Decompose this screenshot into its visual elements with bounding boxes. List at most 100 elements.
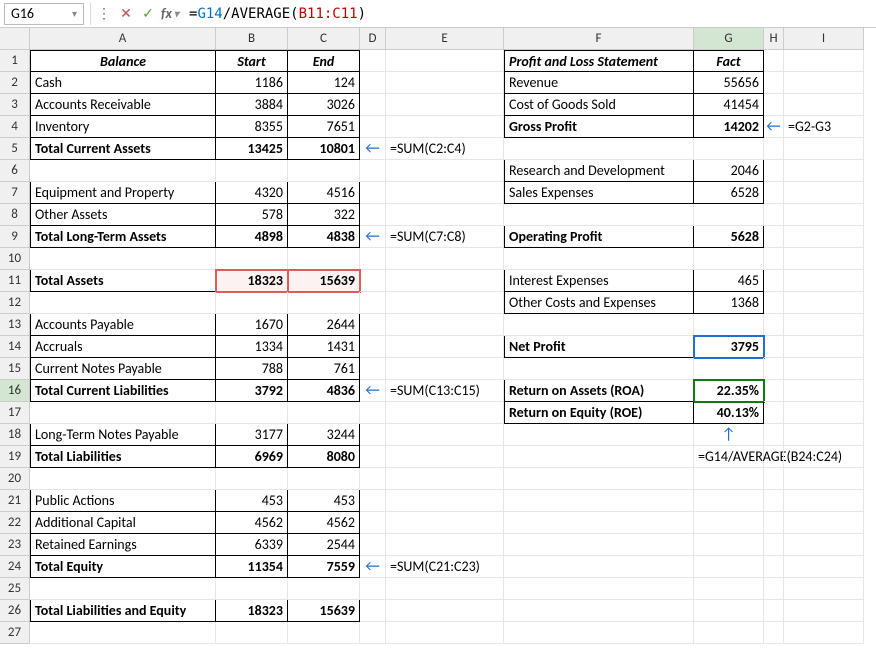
cell-I13[interactable] <box>784 314 864 336</box>
cell-A25[interactable] <box>30 578 216 600</box>
cell-G1[interactable]: Fact <box>694 50 764 72</box>
cell-H15[interactable] <box>764 358 784 380</box>
col-head-E[interactable]: E <box>386 28 504 50</box>
cell-A23[interactable]: Retained Earnings <box>30 534 216 556</box>
cell-D15[interactable] <box>360 358 386 380</box>
row-head-6[interactable]: 6 <box>0 160 30 182</box>
cell-D11[interactable] <box>360 270 386 292</box>
cell-A3[interactable]: Accounts Receivable <box>30 94 216 116</box>
row-head-15[interactable]: 15 <box>0 358 30 380</box>
cell-D2[interactable] <box>360 72 386 94</box>
cell-G25[interactable] <box>694 578 764 600</box>
row-head-21[interactable]: 21 <box>0 490 30 512</box>
cell-D3[interactable] <box>360 94 386 116</box>
cell-B26[interactable]: 18323 <box>216 600 288 622</box>
cell-A20[interactable] <box>30 468 216 490</box>
cell-E23[interactable] <box>386 534 504 556</box>
cell-D27[interactable] <box>360 622 386 644</box>
cell-H2[interactable] <box>764 72 784 94</box>
cell-F2[interactable]: Revenue <box>504 72 694 94</box>
cell-F24[interactable] <box>504 556 694 578</box>
row-head-19[interactable]: 19 <box>0 446 30 468</box>
cell-C3[interactable]: 3026 <box>288 94 360 116</box>
cell-E8[interactable] <box>386 204 504 226</box>
cell-A10[interactable] <box>30 248 216 270</box>
cell-E25[interactable] <box>386 578 504 600</box>
col-head-A[interactable]: A <box>30 28 216 50</box>
row-head-23[interactable]: 23 <box>0 534 30 556</box>
cell-B24[interactable]: 11354 <box>216 556 288 578</box>
cell-F26[interactable] <box>504 600 694 622</box>
cell-C11[interactable]: 15639 <box>288 270 360 292</box>
row-head-10[interactable]: 10 <box>0 248 30 270</box>
cell-E12[interactable] <box>386 292 504 314</box>
cell-D12[interactable] <box>360 292 386 314</box>
cell-H14[interactable] <box>764 336 784 358</box>
cell-B12[interactable] <box>216 292 288 314</box>
cell-I24[interactable] <box>784 556 864 578</box>
cell-B21[interactable]: 453 <box>216 490 288 512</box>
cell-C1[interactable]: End <box>288 50 360 72</box>
cell-I25[interactable] <box>784 578 864 600</box>
cell-H21[interactable] <box>764 490 784 512</box>
cell-A22[interactable]: Additional Capital <box>30 512 216 534</box>
cell-G5[interactable] <box>694 138 764 160</box>
cell-I14[interactable] <box>784 336 864 358</box>
cell-C6[interactable] <box>288 160 360 182</box>
cell-H11[interactable] <box>764 270 784 292</box>
cell-F9[interactable]: Operating Profit <box>504 226 694 248</box>
cell-F15[interactable] <box>504 358 694 380</box>
fx-icon[interactable]: fx▾ <box>159 3 181 25</box>
spreadsheet-grid[interactable]: ABCDEFGHI1BalanceStartEndProfit and Loss… <box>0 28 876 666</box>
cell-G23[interactable] <box>694 534 764 556</box>
name-box[interactable]: G16 ▾ <box>4 3 84 25</box>
cell-A11[interactable]: Total Assets <box>30 270 216 292</box>
cell-G11[interactable]: 465 <box>694 270 764 292</box>
cell-B11[interactable]: 18323 <box>216 270 288 292</box>
cell-E10[interactable] <box>386 248 504 270</box>
cell-A1[interactable]: Balance <box>30 50 216 72</box>
row-head-13[interactable]: 13 <box>0 314 30 336</box>
cell-F14[interactable]: Net Profit <box>504 336 694 358</box>
cell-I21[interactable] <box>784 490 864 512</box>
cell-A13[interactable]: Accounts Payable <box>30 314 216 336</box>
cell-H1[interactable] <box>764 50 784 72</box>
cell-G15[interactable] <box>694 358 764 380</box>
cell-G17[interactable]: 40.13% <box>694 402 764 424</box>
cell-B15[interactable]: 788 <box>216 358 288 380</box>
cell-F3[interactable]: Cost of Goods Sold <box>504 94 694 116</box>
cell-E19[interactable] <box>386 446 504 468</box>
cell-F18[interactable] <box>504 424 694 446</box>
accept-icon[interactable]: ✓ <box>137 3 159 25</box>
cell-D14[interactable] <box>360 336 386 358</box>
cell-C18[interactable]: 3244 <box>288 424 360 446</box>
cell-F8[interactable] <box>504 204 694 226</box>
cell-E3[interactable] <box>386 94 504 116</box>
cell-H17[interactable] <box>764 402 784 424</box>
cell-I22[interactable] <box>784 512 864 534</box>
cell-A6[interactable] <box>30 160 216 182</box>
row-head-11[interactable]: 11 <box>0 270 30 292</box>
row-head-7[interactable]: 7 <box>0 182 30 204</box>
cell-E18[interactable] <box>386 424 504 446</box>
row-head-5[interactable]: 5 <box>0 138 30 160</box>
cell-B6[interactable] <box>216 160 288 182</box>
cell-C5[interactable]: 10801 <box>288 138 360 160</box>
cell-A19[interactable]: Total Liabilities <box>30 446 216 468</box>
cell-H27[interactable] <box>764 622 784 644</box>
cell-F16[interactable]: Return on Assets (ROA) <box>504 380 694 402</box>
cell-D19[interactable] <box>360 446 386 468</box>
cell-I17[interactable] <box>784 402 864 424</box>
cell-G2[interactable]: 55656 <box>694 72 764 94</box>
cell-C16[interactable]: 4836 <box>288 380 360 402</box>
cell-C13[interactable]: 2644 <box>288 314 360 336</box>
row-head-3[interactable]: 3 <box>0 94 30 116</box>
cell-D18[interactable] <box>360 424 386 446</box>
cell-D26[interactable] <box>360 600 386 622</box>
cell-B2[interactable]: 1186 <box>216 72 288 94</box>
cell-I18[interactable] <box>784 424 864 446</box>
cell-B18[interactable]: 3177 <box>216 424 288 446</box>
cell-F21[interactable] <box>504 490 694 512</box>
cell-D1[interactable] <box>360 50 386 72</box>
cell-H22[interactable] <box>764 512 784 534</box>
